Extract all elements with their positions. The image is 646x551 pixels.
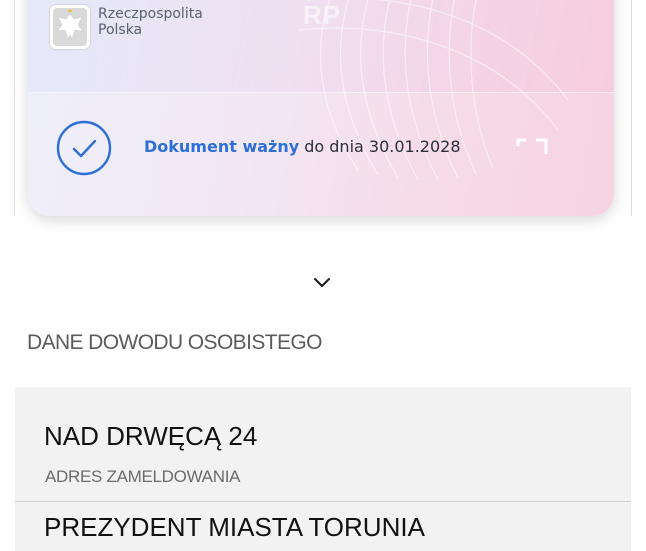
country-name: Rzeczpospolita Polska [98,6,203,38]
list-item-address[interactable]: NAD DRWĘCĄ 24 ADRES ZAMELDOWANIA [15,387,631,502]
id-card[interactable]: Rzeczpospolita Polska RP Dokument ważny … [28,0,614,216]
chevron-down-icon[interactable] [312,276,332,290]
validity-row: Dokument ważny do dnia 30.01.2028 [28,108,614,188]
validity-text: Dokument ważny do dnia 30.01.2028 [144,137,461,156]
frame-divider-right [631,0,632,216]
field-value: NAD DRWĘCĄ 24 [44,421,258,451]
section-title: DANE DOWODU OSOBISTEGO [27,331,322,354]
country-name-line-1: Rzeczpospolita [98,6,203,22]
card-watermark-text: RP [303,0,342,30]
field-value: PREZYDENT MIASTA TORUNIA [44,512,425,542]
validity-status: Dokument ważny [144,137,300,156]
id-data-list: NAD DRWĘCĄ 24 ADRES ZAMELDOWANIA PREZYDE… [15,387,631,551]
validity-expiry: do dnia 30.01.2028 [299,137,461,156]
polish-eagle-emblem-icon [50,5,90,49]
field-label: ADRES ZAMELDOWANIA [45,467,241,486]
list-item-issuer[interactable]: PREZYDENT MIASTA TORUNIA [15,502,631,551]
document-screen: Rzeczpospolita Polska RP Dokument ważny … [0,0,646,551]
check-circle-icon [56,120,112,176]
country-name-line-2: Polska [98,22,143,38]
qr-corner-icon [516,138,548,154]
frame-divider-left [14,0,15,216]
